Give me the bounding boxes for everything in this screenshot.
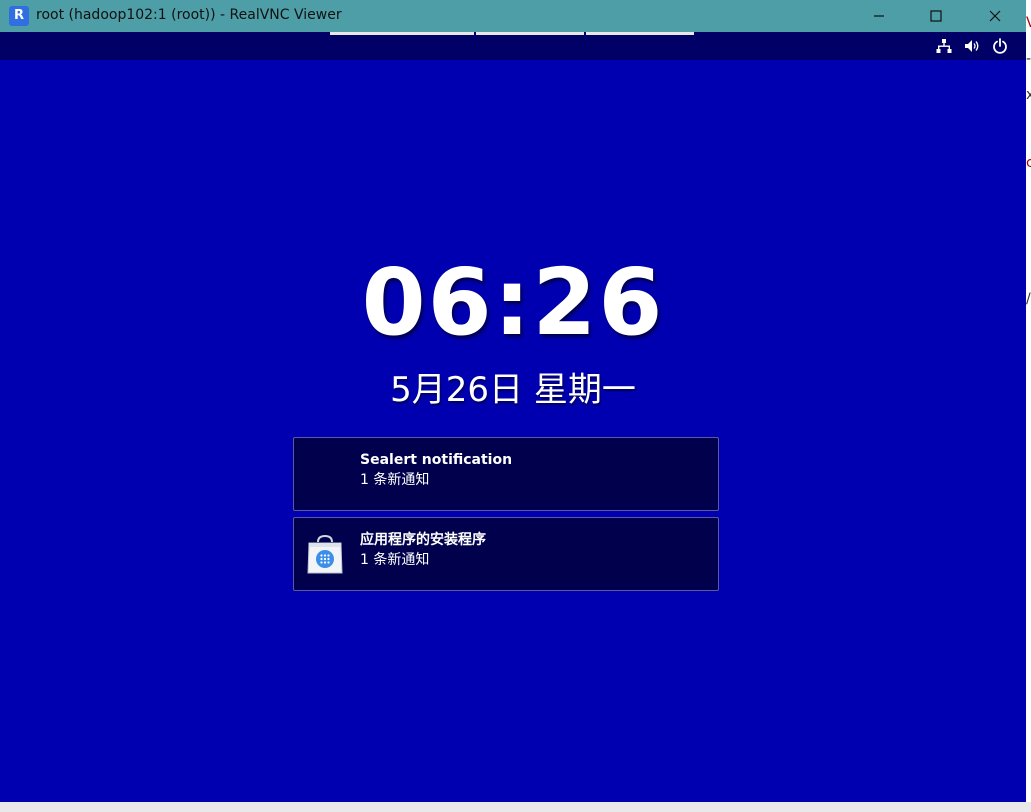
notification-card[interactable]: Sealert notification 1 条新通知 [293,437,719,511]
maximize-icon [930,10,942,22]
window-title: root (hadoop102:1 (root)) - RealVNC View… [36,7,342,23]
notification-count: 1 条新通知 [360,472,430,488]
background-fragment: / [1026,291,1031,307]
background-app-edge: V - x c / [1026,0,1031,812]
gnome-top-bar [0,32,1026,60]
background-app-bottom-edge [0,802,1031,812]
minimize-icon [874,15,884,17]
background-fragment: c [1026,155,1031,171]
network-indicator[interactable] [936,36,952,56]
background-fragment: - [1026,51,1031,67]
background-fragment: x [1026,87,1031,103]
vnc-viewer-window: R root (hadoop102:1 (root)) - RealVNC Vi… [0,0,1026,802]
lock-screen-date: 5月26日 星期一 [390,370,636,410]
notification-title: Sealert notification [360,452,513,468]
background-fragment: V [1026,15,1031,31]
top-bar-indicator [586,32,694,35]
software-installer-icon [307,534,343,574]
maximize-button[interactable] [907,0,965,32]
minimize-button[interactable] [850,0,908,32]
notification-card[interactable]: 应用程序的安装程序 1 条新通知 [293,517,719,591]
power-icon [993,38,1007,54]
top-bar-indicator [476,32,584,35]
title-bar[interactable]: R root (hadoop102:1 (root)) - RealVNC Vi… [0,0,1026,32]
notification-count: 1 条新通知 [360,552,430,568]
realvnc-logo-icon[interactable]: R [9,6,29,26]
volume-indicator[interactable] [964,36,980,56]
power-indicator[interactable] [992,36,1008,56]
network-icon [936,39,952,53]
lock-screen-clock: 06:26 [361,249,665,356]
close-icon [989,10,1001,22]
top-bar-indicator [330,32,474,35]
notification-title: 应用程序的安装程序 [360,532,486,548]
volume-icon [965,40,979,52]
close-button[interactable] [966,0,1024,32]
